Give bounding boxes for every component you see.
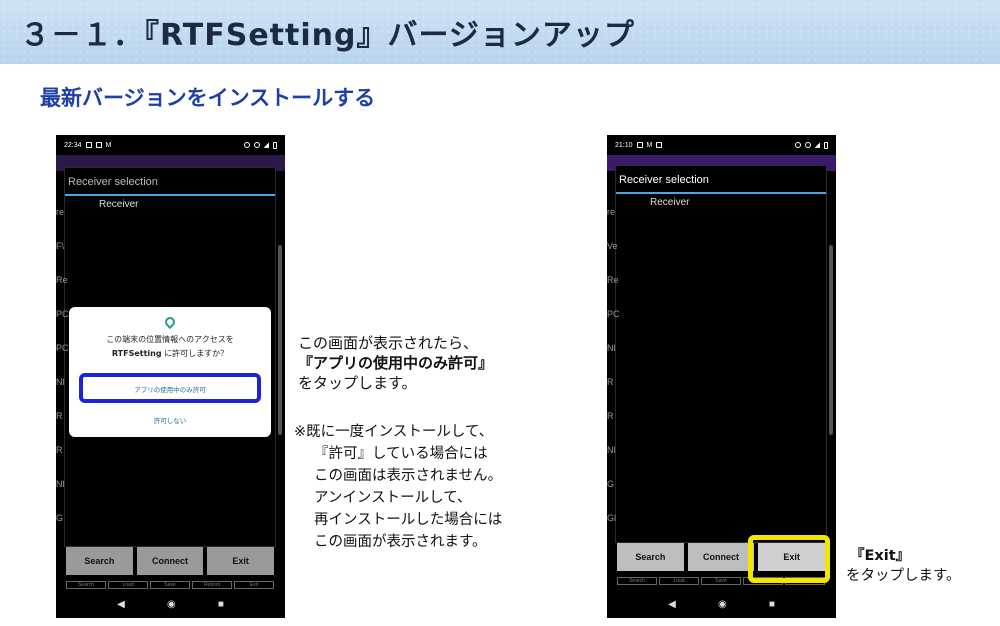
receiver-selection-title: Receiver selection	[616, 166, 826, 194]
action-buttons: Search Connect Exit	[66, 547, 275, 575]
battery-icon	[273, 141, 277, 149]
side-labels: re Ve Re PC Nl R R Nl G Gl	[607, 207, 620, 523]
android-nav-bar: ◀ ◉ ■	[56, 590, 285, 618]
notification-icon	[636, 142, 643, 148]
side-labels: re F\ Re PC PC Nl R R Nl G	[56, 207, 69, 523]
scrollbar[interactable]	[278, 245, 282, 435]
recents-icon[interactable]: ■	[218, 599, 224, 610]
left-phone-screenshot: 22:34 M ◢ Receiver selection Receiver re…	[56, 135, 285, 618]
mini-save-button[interactable]: Save	[701, 577, 741, 585]
receiver-item[interactable]: Receiver	[616, 197, 826, 208]
recents-icon[interactable]: ■	[769, 599, 775, 610]
search-button[interactable]: Search	[617, 543, 684, 571]
location-pin-icon	[162, 314, 178, 330]
scrollbar[interactable]	[829, 245, 833, 435]
exit-button[interactable]: Exit	[207, 547, 275, 575]
back-icon[interactable]: ◀	[668, 599, 676, 610]
wifi-icon	[253, 142, 260, 148]
status-time: 22:34	[64, 141, 82, 149]
back-icon[interactable]: ◀	[117, 599, 125, 610]
signal-icon: ◢	[263, 142, 269, 149]
dialog-message: この端末の位置情報へのアクセスを RTFSetting に許可しますか？	[106, 335, 234, 358]
sim-icon	[95, 142, 102, 148]
allow-instruction: この画面が表示されたら、 『アプリの使用中のみ許可』 をタップします。	[298, 334, 494, 392]
page-title: ３－１．『RTFSetting』バージョンアップ	[20, 18, 635, 53]
reinstall-note: ※既に一度インストールして、 『許可』している場合には この画面は表示されません…	[294, 424, 503, 550]
exit-instruction: 『Exit』 をタップします。	[846, 548, 961, 584]
mini-search-button[interactable]: Search	[66, 581, 106, 589]
connect-button[interactable]: Connect	[136, 547, 204, 575]
battery-icon	[824, 141, 828, 149]
vibrate-icon	[794, 142, 801, 148]
mini-search-button[interactable]: Search	[617, 577, 657, 585]
receiver-selection-list: Receiver selection Receiver	[615, 165, 827, 543]
allow-while-using-button[interactable]: アプリの使用中のみ許可	[79, 373, 261, 403]
receiver-selection-title: Receiver selection	[65, 168, 275, 196]
m-icon: M	[105, 141, 112, 149]
vibrate-icon	[243, 142, 250, 148]
page-header: ３－１．『RTFSetting』バージョンアップ	[0, 0, 1000, 64]
home-icon[interactable]: ◉	[167, 599, 176, 610]
signal-icon: ◢	[814, 142, 820, 149]
deny-button[interactable]: 許可しない	[69, 415, 271, 425]
sim-icon	[656, 142, 663, 148]
status-time: 21:10	[615, 141, 633, 149]
m-icon: M	[646, 141, 653, 149]
wifi-icon	[804, 142, 811, 148]
connect-button[interactable]: Connect	[687, 543, 755, 571]
home-icon[interactable]: ◉	[718, 599, 727, 610]
mini-reboot-button[interactable]: Reboot	[192, 581, 232, 589]
android-nav-bar: ◀ ◉ ■	[607, 590, 836, 618]
mini-load-button[interactable]: Load	[108, 581, 148, 589]
mini-save-button[interactable]: Save	[150, 581, 190, 589]
notification-icon	[85, 142, 92, 148]
exit-highlight-frame	[748, 535, 830, 583]
section-subtitle: 最新バージョンをインストールする	[40, 86, 376, 110]
mini-exit-button[interactable]: Exit	[234, 581, 274, 589]
search-button[interactable]: Search	[66, 547, 133, 575]
receiver-item[interactable]: Receiver	[65, 199, 275, 210]
status-bar: 21:10 M ◢	[607, 135, 836, 155]
status-bar: 22:34 M ◢	[56, 135, 285, 155]
mini-load-button[interactable]: Load	[659, 577, 699, 585]
location-permission-dialog: この端末の位置情報へのアクセスを RTFSetting に許可しますか？ アプリ…	[69, 307, 271, 437]
secondary-buttons: Search Load Save Reboot Exit	[66, 581, 274, 589]
